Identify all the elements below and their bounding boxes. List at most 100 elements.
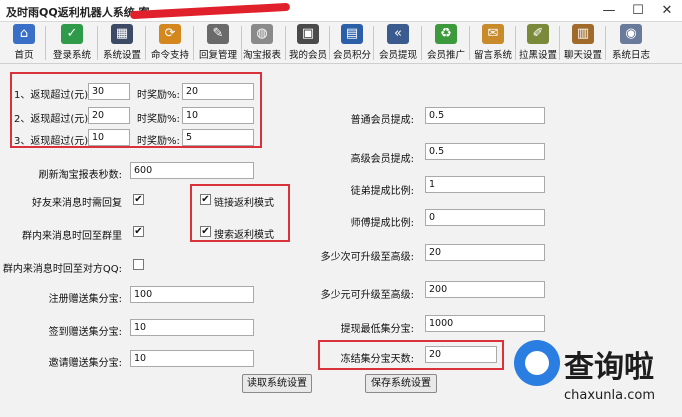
tier-1-label: 1、返现超过(元):	[14, 90, 92, 101]
master-commission-label: 师傅提成比例:	[350, 218, 414, 229]
toolbar-separator	[329, 26, 330, 60]
log-icon: ◉	[620, 24, 642, 44]
title-bar: 及时雨QQ返利机器人系统 客 — ☐ ✕	[0, 0, 682, 22]
toolbar-button-command[interactable]: ⟳ 命令支持	[148, 24, 194, 62]
minimize-button[interactable]: —	[598, 2, 620, 20]
toolbar-separator	[421, 26, 422, 60]
toolbar-button-log[interactable]: ◉ 系统日志	[608, 24, 654, 62]
upgrade-by-count-input[interactable]: 20	[425, 244, 545, 261]
toolbar-button-login[interactable]: ✓ 登录系统	[48, 24, 98, 62]
command-icon: ⟳	[159, 24, 181, 44]
toolbar-separator	[605, 26, 606, 60]
settings-icon: ▦	[111, 24, 133, 44]
reply-icon: ✎	[207, 24, 229, 44]
toolbar-separator	[559, 26, 560, 60]
toolbar-label: 命令支持	[150, 50, 189, 61]
blacklist-icon: ✐	[527, 24, 549, 44]
toolbar-button-reply[interactable]: ✎ 回复管理	[196, 24, 242, 62]
upgrade-by-amount-input[interactable]: 200	[425, 281, 545, 298]
chat-icon: ▥	[572, 24, 594, 44]
friend-reply-label: 好友来消息时需回复	[32, 198, 122, 209]
toolbar-separator	[45, 26, 46, 60]
toolbar-separator	[469, 26, 470, 60]
freeze-days-label: 冻结集分宝天数:	[340, 354, 414, 365]
min-withdraw-label: 提现最低集分宝:	[340, 324, 414, 335]
toolbar-button-home[interactable]: ⌂ 首页	[4, 24, 46, 62]
register-gift-label: 注册赠送集分宝:	[48, 294, 122, 305]
master-commission-input[interactable]: 0	[425, 209, 545, 226]
toolbar-label: 聊天设置	[563, 50, 602, 61]
toolbar-label: 留言系统	[473, 50, 512, 61]
premium-member-commission-label: 高级会员提成:	[350, 154, 414, 165]
tier-1-amount-input[interactable]: 30	[88, 83, 130, 100]
toolbar-label: 淘宝报表	[242, 50, 281, 61]
toolbar-button-members[interactable]: ▣ 我的会员	[288, 24, 330, 62]
promote-icon: ♻	[435, 24, 457, 44]
group-reply-label: 群内来消息时回至群里	[22, 231, 122, 242]
group-private-reply-checkbox[interactable]	[133, 259, 144, 270]
min-withdraw-input[interactable]: 1000	[425, 315, 545, 332]
register-gift-input[interactable]: 100	[130, 286, 254, 303]
refresh-seconds-input[interactable]: 600	[130, 162, 254, 179]
toolbar-separator	[373, 26, 374, 60]
normal-member-commission-label: 普通会员提成:	[350, 115, 414, 126]
tier-2-label: 2、返现超过(元):	[14, 114, 92, 125]
maximize-button[interactable]: ☐	[627, 2, 649, 20]
members-icon: ▣	[297, 24, 319, 44]
toolbar-label: 回复管理	[198, 50, 237, 61]
main-toolbar: ⌂ 首页 ✓ 登录系统 ▦ 系统设置 ⟳ 命令支持 ✎ 回复管理 ◍ 淘宝报表 ▣ 我的会员 ▤ 会员积分 « 会…	[0, 22, 682, 64]
link-mode-label: 链接返利模式	[214, 198, 274, 209]
withdraw-icon: «	[387, 24, 409, 44]
toolbar-button-message[interactable]: ✉ 留言系统	[472, 24, 516, 62]
upgrade-by-count-label: 多少次可升级至高级:	[320, 252, 414, 263]
friend-reply-checkbox[interactable]: ✔	[133, 194, 144, 205]
tier-2-reward-label: 时奖励%:	[137, 114, 180, 125]
refresh-seconds-label: 刷新淘宝报表秒数:	[38, 170, 122, 181]
toolbar-button-report[interactable]: ◍ 淘宝报表	[240, 24, 286, 62]
apprentice-commission-label: 徒弟提成比例:	[350, 186, 414, 197]
save-settings-button[interactable]: 保存系统设置	[365, 374, 437, 393]
toolbar-label: 我的会员	[288, 50, 327, 61]
toolbar-label: 会员提现	[378, 50, 417, 61]
search-mode-checkbox[interactable]: ✔	[200, 226, 211, 237]
toolbar-label: 登录系统	[52, 50, 91, 61]
tier-1-reward-label: 时奖励%:	[137, 90, 180, 101]
toolbar-label: 系统设置	[102, 50, 141, 61]
toolbar-button-points[interactable]: ▤ 会员积分	[332, 24, 374, 62]
toolbar-separator	[193, 26, 194, 60]
close-button[interactable]: ✕	[656, 2, 678, 20]
toolbar-button-settings[interactable]: ▦ 系统设置	[100, 24, 146, 62]
report-icon: ◍	[251, 24, 273, 44]
toolbar-separator	[285, 26, 286, 60]
invite-gift-input[interactable]: 10	[130, 350, 254, 367]
tier-3-amount-input[interactable]: 10	[88, 129, 130, 146]
tier-3-label: 3、返现超过(元):	[14, 136, 92, 147]
link-mode-checkbox[interactable]: ✔	[200, 194, 211, 205]
signin-gift-input[interactable]: 10	[130, 319, 254, 336]
apprentice-commission-input[interactable]: 1	[425, 176, 545, 193]
toolbar-label: 系统日志	[611, 50, 650, 61]
premium-member-commission-input[interactable]: 0.5	[425, 143, 545, 160]
toolbar-button-chat[interactable]: ▥ 聊天设置	[562, 24, 606, 62]
home-icon: ⌂	[13, 24, 35, 44]
tier-3-reward-input[interactable]: 5	[182, 129, 254, 146]
read-settings-button[interactable]: 读取系统设置	[242, 374, 312, 393]
toolbar-button-blacklist[interactable]: ✐ 拉黑设置	[518, 24, 560, 62]
watermark-logo-icon	[514, 340, 560, 386]
toolbar-label: 首页	[14, 50, 34, 61]
toolbar-button-withdraw[interactable]: « 会员提现	[376, 24, 422, 62]
points-icon: ▤	[341, 24, 363, 44]
toolbar-button-promote[interactable]: ♻ 会员推广	[424, 24, 470, 62]
toolbar-separator	[515, 26, 516, 60]
normal-member-commission-input[interactable]: 0.5	[425, 107, 545, 124]
toolbar-label: 会员积分	[332, 50, 371, 61]
tier-2-reward-input[interactable]: 10	[182, 107, 254, 124]
tier-2-amount-input[interactable]: 20	[88, 107, 130, 124]
search-mode-label: 搜索返利模式	[214, 230, 274, 241]
group-private-reply-label: 群内来消息时回至对方QQ:	[2, 264, 122, 275]
group-reply-checkbox[interactable]: ✔	[133, 226, 144, 237]
redaction-scribble	[129, 2, 291, 20]
freeze-days-input[interactable]: 20	[425, 346, 497, 363]
tier-1-reward-input[interactable]: 20	[182, 83, 254, 100]
toolbar-separator	[145, 26, 146, 60]
